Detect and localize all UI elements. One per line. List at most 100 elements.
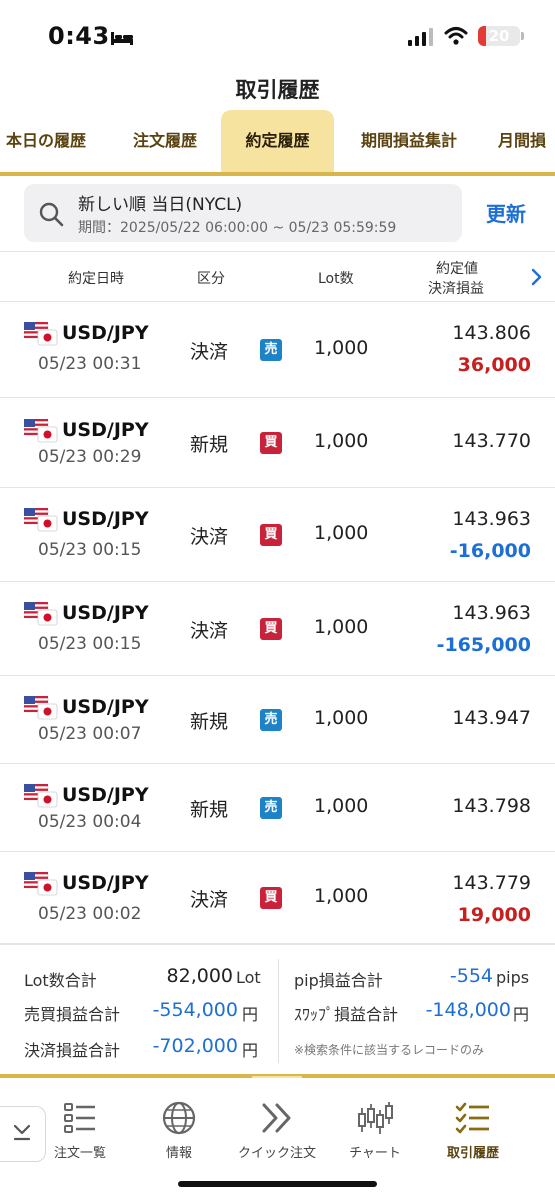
- nav-chart[interactable]: チャート: [330, 1100, 420, 1161]
- trade-kind: 決済: [190, 889, 229, 911]
- nav-trade-history[interactable]: 取引履歴: [428, 1100, 518, 1161]
- lot-total-unit: Lot: [236, 968, 261, 987]
- execution-datetime: 05/23 00:15: [38, 634, 142, 654]
- collapse-panel-tab[interactable]: [0, 1106, 46, 1162]
- execution-datetime: 05/23 00:31: [38, 354, 142, 374]
- lot-amount: 1,000: [314, 707, 369, 729]
- table-header: 約定日時 区分 Lot数 約定値 決済損益: [0, 252, 555, 302]
- lot-total-label: Lot数合計: [24, 971, 97, 990]
- execution-list: USD/JPY 05/23 00:31 決済売 1,000 143.806 36,000 U…: [0, 302, 555, 944]
- usd-jpy-flag-icon: [24, 872, 58, 896]
- currency-pair: USD/JPY: [62, 872, 149, 894]
- settlement-pnl: 36,000: [457, 354, 531, 376]
- summary-panel: Lot数合計 82,000 Lot 売買損益合計 -554,000 円 決済損益…: [0, 944, 555, 1076]
- execution-price: 143.779: [452, 872, 531, 894]
- status-time: 0:43: [48, 22, 110, 50]
- currency-pair: USD/JPY: [62, 602, 149, 624]
- chevron-right-icon[interactable]: [530, 268, 542, 286]
- sleep-mode-icon: [111, 32, 133, 45]
- side-badge-buy: 買: [260, 524, 282, 546]
- globe-icon: [162, 1101, 196, 1135]
- lot-amount: 1,000: [314, 795, 369, 817]
- lot-amount: 1,000: [314, 337, 369, 359]
- settle-pnl-unit: 円: [242, 1041, 259, 1060]
- settle-pnl-label: 決済損益合計: [24, 1041, 121, 1060]
- trade-kind: 新規: [190, 799, 229, 821]
- trade-kind: 新規: [190, 711, 229, 733]
- currency-pair: USD/JPY: [62, 419, 149, 441]
- swap-pnl-value: -148,000: [425, 999, 511, 1021]
- list-icon: [64, 1103, 95, 1133]
- settlement-pnl: -16,000: [449, 540, 531, 562]
- table-row[interactable]: USD/JPY 05/23 00:07 新規 売 1,000 143.947: [0, 676, 555, 764]
- usd-jpy-flag-icon: [24, 419, 58, 443]
- nav-label-quick-order: クイック注文: [237, 1146, 316, 1161]
- trade-kind: 決済: [190, 620, 229, 642]
- execution-price: 143.798: [452, 795, 531, 817]
- lot-amount: 1,000: [314, 522, 369, 544]
- table-row[interactable]: USD/JPY 05/23 00:02 決済 買 1,000 143.779 19,000: [0, 852, 555, 944]
- cellular-signal-icon: [408, 28, 433, 46]
- nav-label-order-list: 注文一覧: [53, 1146, 106, 1161]
- lot-amount: 1,000: [314, 885, 369, 907]
- summary-divider: [278, 959, 279, 1063]
- nav-order-list[interactable]: 注文一覧: [35, 1100, 125, 1161]
- settle-pnl-value: -702,000: [152, 1035, 238, 1057]
- search-period: 期間：2025/05/22 06:00:00 ~ 05/23 05:59:59: [78, 220, 397, 236]
- tab-today-history[interactable]: 本日の履歴: [0, 110, 96, 172]
- column-header-kind: 区分: [197, 271, 225, 287]
- side-badge-sell: 売: [260, 797, 282, 819]
- execution-datetime: 05/23 00:07: [38, 724, 142, 744]
- trade-pnl-unit: 円: [242, 1005, 259, 1024]
- table-row[interactable]: USD/JPY 05/23 00:31 決済 売 1,000 143.806 36,000: [0, 302, 555, 398]
- side-badge-sell: 売: [260, 709, 282, 731]
- lot-total-value: 82,000: [166, 965, 233, 987]
- execution-datetime: 05/23 00:02: [38, 904, 142, 924]
- trade-pnl-label: 売買損益合計: [24, 1005, 121, 1024]
- table-row[interactable]: USD/JPY 05/23 00:04 新規 売 1,000 143.798: [0, 764, 555, 852]
- status-bar: 0:43 20: [0, 0, 555, 72]
- nav-quick-order[interactable]: クイック注文: [232, 1100, 322, 1161]
- refresh-button[interactable]: 更新: [486, 198, 526, 227]
- settlement-pnl: 19,000: [457, 904, 531, 926]
- nav-info[interactable]: 情報: [134, 1100, 224, 1161]
- tab-order-history[interactable]: 注文履歴: [120, 110, 210, 172]
- pip-pnl-label: pip損益合計: [294, 971, 383, 990]
- table-row[interactable]: USD/JPY 05/23 00:15 決済 買 1,000 143.963 -165,00…: [0, 582, 555, 676]
- execution-price: 143.963: [452, 508, 531, 530]
- trade-kind: 新規: [190, 434, 229, 456]
- pip-pnl-value: -554: [449, 965, 493, 987]
- battery-cap: [521, 32, 524, 40]
- execution-price: 143.963: [452, 602, 531, 624]
- side-badge-sell: 売: [260, 339, 282, 361]
- search-condition-box[interactable]: 新しい順 当日(NYCL) 期間：2025/05/22 06:00:00 ~ 0…: [24, 184, 462, 242]
- usd-jpy-flag-icon: [24, 784, 58, 808]
- settlement-pnl: -165,000: [436, 634, 531, 656]
- lot-amount: 1,000: [314, 430, 369, 452]
- execution-price: 143.770: [452, 430, 531, 452]
- history-tabs: 本日の履歴 注文履歴 約定履歴 期間損益集計 月間損: [0, 110, 555, 174]
- column-header-lot: Lot数: [318, 271, 354, 287]
- trade-kind: 決済: [190, 526, 229, 548]
- usd-jpy-flag-icon: [24, 602, 58, 626]
- trade-pnl-value: -554,000: [152, 999, 238, 1021]
- search-icon: [39, 202, 64, 227]
- tab-execution-history[interactable]: 約定履歴: [221, 110, 334, 172]
- checklist-icon: [455, 1102, 489, 1134]
- side-badge-buy: 買: [260, 618, 282, 640]
- battery-indicator: 20: [478, 26, 520, 46]
- execution-price: 143.806: [452, 322, 531, 344]
- tab-period-pnl-summary[interactable]: 期間損益集計: [350, 110, 468, 172]
- tab-monthly-pnl[interactable]: 月間損: [498, 110, 555, 172]
- nav-label-trade-history: 取引履歴: [446, 1146, 499, 1161]
- currency-pair: USD/JPY: [62, 784, 149, 806]
- side-badge-buy: 買: [260, 432, 282, 454]
- currency-pair: USD/JPY: [62, 696, 149, 718]
- table-row[interactable]: USD/JPY 05/23 00:15 決済 買 1,000 143.963 -16,000: [0, 488, 555, 582]
- search-sort-condition: 新しい順 当日(NYCL): [78, 195, 243, 215]
- usd-jpy-flag-icon: [24, 508, 58, 532]
- nav-label-info: 情報: [165, 1146, 192, 1161]
- double-chevron-icon: [262, 1103, 291, 1133]
- table-row[interactable]: USD/JPY 05/23 00:29 新規 買 1,000 143.770: [0, 398, 555, 488]
- usd-jpy-flag-icon: [24, 696, 58, 720]
